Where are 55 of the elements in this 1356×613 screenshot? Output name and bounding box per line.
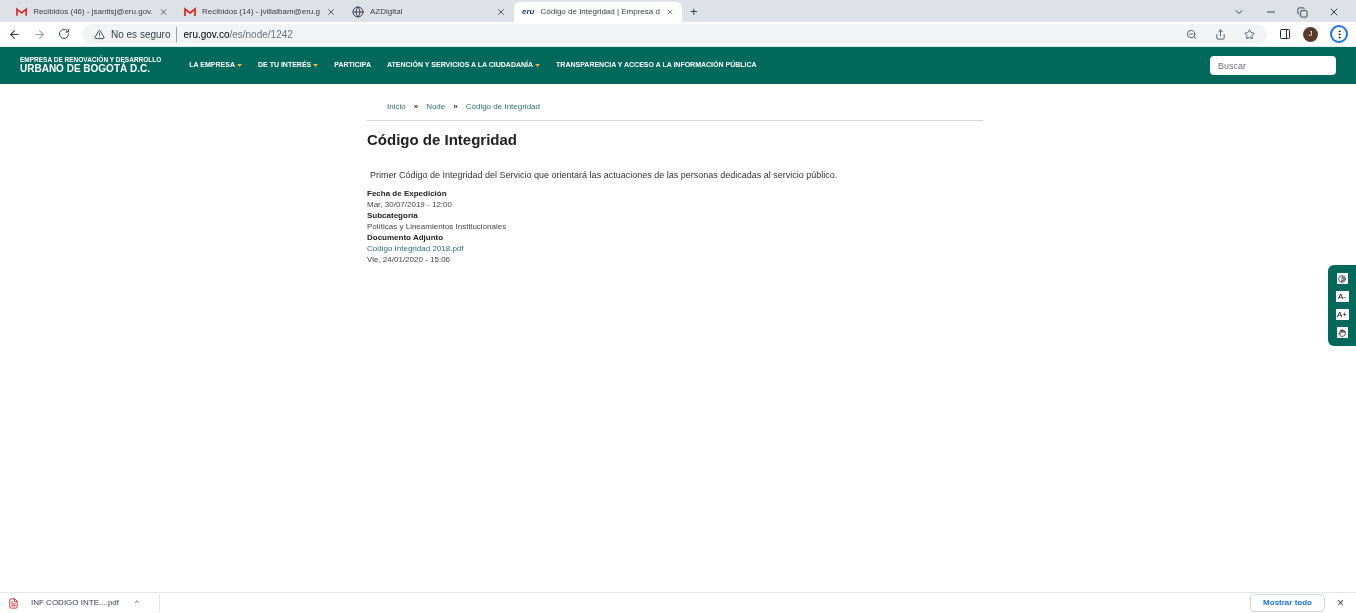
page-summary: Primer Código de Integridad del Servicio que orientará las actuaciones de las personas dedicadas al servicio público. [369,168,839,182]
forward-icon[interactable] [33,27,46,41]
mail-icon [184,7,196,17]
globe-icon [352,6,364,18]
tab-title: Recibidos (46) - jsantisj@eru.gov. [33,6,153,18]
bookmark-icon[interactable] [1244,28,1255,40]
field-label: Subcategoría [367,210,419,221]
tab-title: Código de Integridad | Empresa d [540,6,660,18]
download-file-name[interactable]: INF CODIGO INTE....pdf [31,597,119,609]
side-panel-icon[interactable] [1279,28,1291,40]
close-icon[interactable] [1328,6,1340,18]
close-icon[interactable] [665,7,674,17]
show-all-button[interactable]: Mostrar todo [1250,594,1325,612]
field-label: Documento Adjunto [367,232,445,243]
caret-button[interactable]: ^ [135,597,139,609]
profile-avatar[interactable]: J [1303,26,1318,42]
contrast-button[interactable] [1336,273,1348,284]
browser-tab[interactable]: eru Código de Integridad | Empresa d [514,2,682,22]
page-title: Código de Integridad [367,130,518,150]
field-value: Vie, 24/01/2020 - 15:06 [367,254,452,265]
security-label: No es seguro [111,26,178,42]
back-icon[interactable] [8,27,21,41]
search-field[interactable]: Buscar [1210,56,1336,75]
breadcrumb-separator: » [453,101,458,113]
close-icon[interactable] [326,7,336,17]
tab-title: AZDigital [370,6,404,18]
close-icon[interactable] [496,7,506,17]
field-value: Mar, 30/07/2019 - 12:00 [367,199,453,210]
reload-icon[interactable] [58,28,70,40]
menu-button[interactable] [1330,25,1348,43]
browser-tab[interactable]: AZDigital [344,2,514,22]
attachment-link[interactable]: Codigo Integridad 2018.pdf [367,243,983,254]
zoom-icon[interactable] [1186,28,1197,40]
sign-language-button[interactable] [1336,327,1348,338]
warning-icon [94,28,105,40]
font-size-button[interactable]: A+ [1335,309,1349,320]
browser-tab[interactable]: Recibidos (14) - jvillalbam@eru.g [176,2,344,22]
browser-tab[interactable]: Recibidos (46) - jsantisj@eru.gov. [8,2,176,22]
url-text: eru.gov.co/es/node/1242 [183,27,293,42]
restore-icon[interactable] [1297,6,1308,18]
site-favicon: eru [522,6,535,18]
breadcrumb-link[interactable]: Inicio [387,101,406,113]
field-value: Políticas y Lineamientos Institucionales [367,221,508,232]
breadcrumb-separator: » [413,101,419,113]
close-button[interactable]: × [1337,594,1344,612]
pdf-file-icon [8,597,19,609]
breadcrumb-link[interactable]: Código de Integridad [465,101,540,113]
new-tab-button[interactable]: + [682,2,706,22]
font-size-button[interactable]: A- [1335,291,1349,302]
field-label: Fecha de Expedición [367,188,448,199]
mail-icon [16,7,28,17]
share-icon[interactable] [1215,28,1226,40]
address-bar[interactable]: No es seguro eru.gov.co/es/node/1242 [82,24,1267,44]
breadcrumb-link[interactable]: Node [426,101,446,113]
tab-title: Recibidos (14) - jvillalbam@eru.g [202,6,320,18]
